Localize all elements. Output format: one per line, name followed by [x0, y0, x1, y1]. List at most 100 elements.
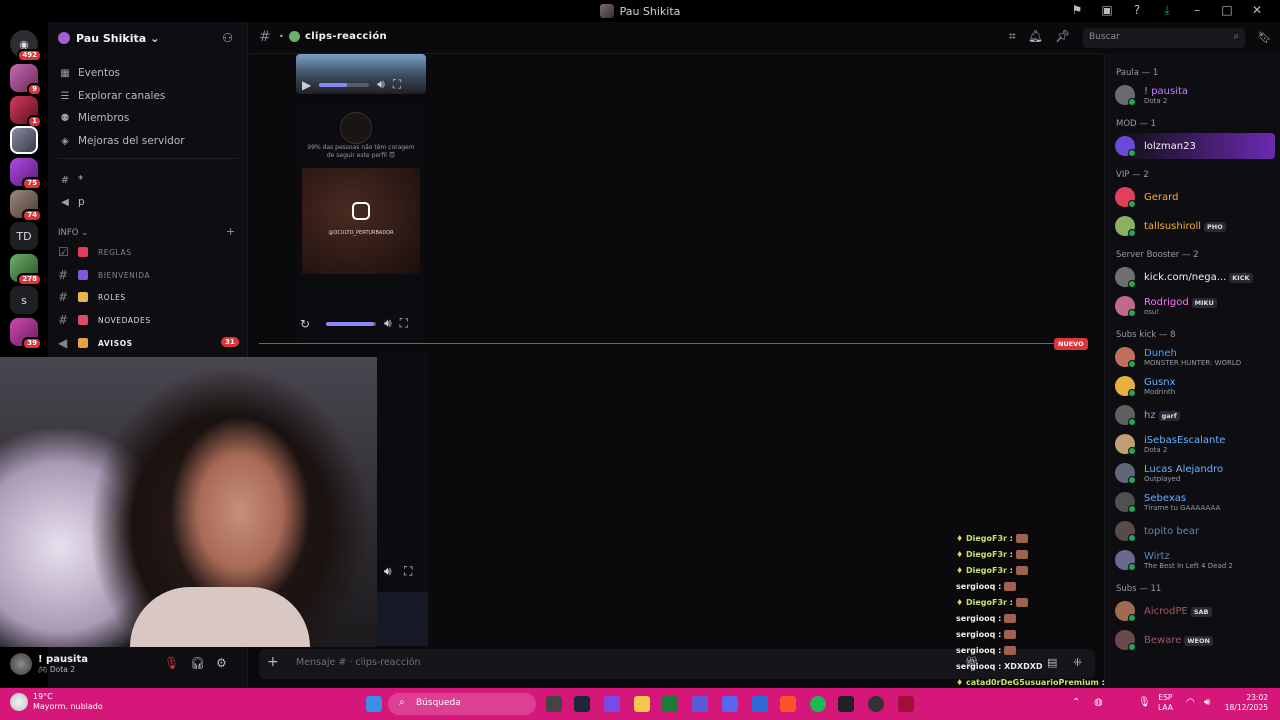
tray-icon[interactable]: ◍ — [1094, 697, 1103, 708]
home-button[interactable]: ◉ 492 — [10, 30, 42, 62]
screen-icon[interactable]: ▣ — [1092, 3, 1122, 18]
volume-icon[interactable]: 🔊︎ — [1204, 697, 1210, 708]
nav-browse-channels[interactable]: ☰ Explorar canales — [58, 86, 166, 106]
server-icon-s[interactable]: s — [10, 286, 38, 314]
server-icon-td[interactable]: TD — [10, 222, 38, 250]
tray-chevron-icon[interactable]: ⌃ — [1072, 697, 1080, 708]
channel-novedades[interactable]: # NOVEDADES — [58, 311, 151, 329]
nav-members[interactable]: ⚉ Miembros — [58, 108, 130, 128]
member-item[interactable]: Gusnx Modrinth — [1115, 373, 1275, 399]
server-icon[interactable]: 9 — [10, 64, 42, 96]
apps-icon[interactable]: ⁜ — [1073, 656, 1082, 669]
video-player[interactable]: 🔊︎ ⛶ — [376, 352, 428, 646]
maximize-button[interactable]: □ — [1212, 3, 1242, 18]
weather-widget[interactable]: 19°C Mayorm. nublado — [10, 692, 103, 712]
gear-icon[interactable]: ⚙ — [216, 656, 227, 670]
server-header[interactable]: Pau Shikita ⌄ ⚇ — [48, 22, 247, 54]
channel-bienvenida[interactable]: # BIENVENIDA — [58, 266, 150, 284]
channel-roles[interactable]: # ROLES — [58, 288, 126, 306]
member-name: tallsushiroll PHO — [1144, 221, 1226, 232]
channel-reglas[interactable]: ☑ REGLAS — [58, 243, 132, 261]
server-icon[interactable]: 39 — [10, 318, 42, 350]
sticker-icon[interactable]: ▤ — [1047, 656, 1057, 669]
category-info[interactable]: INFO ⌄ — [58, 228, 88, 238]
member-item[interactable]: hz garf — [1115, 402, 1275, 428]
excel-icon[interactable] — [662, 696, 678, 712]
server-icon[interactable]: 1 — [10, 96, 42, 128]
channel-star[interactable]: # * — [58, 170, 83, 190]
language-indicator[interactable]: ESP LAA — [1158, 693, 1173, 713]
search-input[interactable]: Buscar ⌕ — [1083, 28, 1245, 48]
alarm-icon — [78, 315, 88, 325]
inbox-icon[interactable]: ⚑ — [1062, 3, 1092, 18]
help-icon[interactable]: ? — [1122, 3, 1152, 18]
create-channel-icon[interactable]: + — [226, 225, 235, 238]
app-icon[interactable] — [838, 696, 854, 712]
app-icon[interactable] — [898, 696, 914, 712]
member-item[interactable]: topito bear — [1115, 518, 1275, 544]
start-icon[interactable] — [366, 696, 382, 712]
member-item[interactable]: Beware WEON — [1115, 627, 1275, 653]
fullscreen-icon[interactable]: ⛶ — [393, 77, 401, 92]
member-item[interactable]: Lucas Alejandro Outplayed — [1115, 460, 1275, 486]
video-player[interactable]: ▶ 🔊︎ ⛶ — [296, 54, 426, 94]
nav-events[interactable]: ▦ Eventos — [58, 63, 120, 83]
teams-icon[interactable] — [692, 696, 708, 712]
member-item[interactable]: ! pausita Dota 2 — [1115, 82, 1275, 108]
nav-server-boost[interactable]: ◈ Mejoras del servidor — [58, 131, 184, 151]
channel-p[interactable]: ◀ p — [58, 192, 85, 212]
volume-icon[interactable]: 🔊︎ — [384, 316, 392, 331]
member-item[interactable]: tallsushiroll PHO — [1115, 213, 1275, 239]
bell-icon[interactable]: 🔔︎ — [1028, 29, 1043, 44]
wifi-icon[interactable]: ◠ — [1186, 697, 1195, 708]
avatar[interactable] — [10, 653, 32, 675]
threads-icon[interactable]: ⌗ — [1009, 29, 1016, 44]
clock[interactable]: 23:02 18/12/2025 — [1225, 693, 1268, 713]
member-item[interactable]: Duneh MONSTER HUNTER: WORLD — [1115, 344, 1275, 370]
pin-icon[interactable]: 📌︎ — [1055, 29, 1070, 44]
mute-icon[interactable]: 🎙︎ — [164, 656, 179, 670]
channel-title: clips-reacción — [305, 31, 387, 42]
replay-icon[interactable]: ↻ — [300, 317, 310, 331]
invite-icon[interactable]: ⚇ — [222, 31, 233, 45]
member-item[interactable]: Gerard — [1115, 184, 1275, 210]
volume-icon[interactable]: 🔊︎ — [377, 77, 385, 92]
play-icon[interactable]: ▶ — [302, 78, 311, 92]
steam-icon[interactable] — [574, 696, 590, 712]
close-button[interactable]: ✕ — [1242, 3, 1272, 18]
member-item[interactable]: kick.com/nega... KICK — [1115, 264, 1275, 290]
obs-icon[interactable] — [868, 696, 884, 712]
headphones-icon[interactable]: 🎧︎ — [190, 656, 205, 670]
task-view-icon[interactable] — [546, 696, 562, 712]
progress-bar[interactable] — [326, 321, 377, 326]
server-icon[interactable]: 278 — [10, 254, 42, 286]
fullscreen-icon[interactable]: ⛶ — [400, 316, 408, 331]
brave-icon[interactable] — [780, 696, 796, 712]
app-icon[interactable] — [604, 696, 620, 712]
member-item[interactable]: Sebexas Tírame tu GAAAAAAA — [1115, 489, 1275, 515]
mic-icon[interactable]: 🎙︎ — [1138, 697, 1151, 708]
member-item[interactable]: lolzman23 — [1115, 133, 1275, 159]
server-icon[interactable]: 74 — [10, 190, 42, 222]
volume-icon[interactable]: 🔊︎ — [384, 564, 392, 579]
video-player[interactable]: 99% das pessoas não têm coragem de segui… — [296, 102, 426, 340]
fullscreen-icon[interactable]: ⛶ — [404, 564, 412, 579]
member-item[interactable]: iSebasEscalante Dota 2 — [1115, 431, 1275, 457]
minimize-button[interactable]: – — [1182, 3, 1212, 18]
member-item[interactable]: AicrodPE SAB — [1115, 598, 1275, 624]
bookmark-icon[interactable]: 🔖︎ — [1258, 31, 1272, 44]
discord-icon[interactable] — [722, 696, 738, 712]
channel-avisos[interactable]: ◀ AVISOS — [58, 334, 133, 352]
server-icon[interactable]: 75 — [10, 158, 42, 190]
server-icon-active[interactable] — [10, 126, 38, 154]
member-item[interactable]: Wirtz The Best In Left 4 Dead 2 — [1115, 547, 1275, 573]
folder-icon[interactable] — [634, 696, 650, 712]
outlook-icon[interactable] — [752, 696, 768, 712]
progress-bar[interactable] — [319, 82, 370, 87]
attach-icon[interactable]: + — [267, 654, 279, 670]
taskbar-search[interactable]: ⌕ Búsqueda — [388, 693, 536, 715]
member-item[interactable]: Rodrigod MIKU osu! — [1115, 293, 1275, 319]
spotify-icon[interactable] — [810, 696, 826, 712]
emote-icon — [1015, 598, 1028, 607]
download-icon[interactable]: ⤓ — [1152, 3, 1182, 18]
